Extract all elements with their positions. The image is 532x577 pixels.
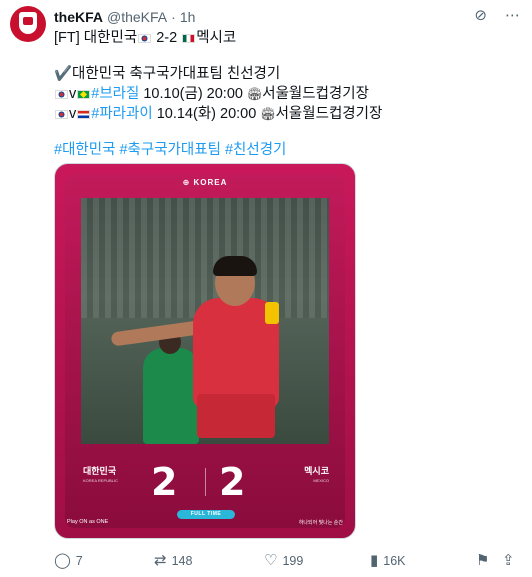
scoreboard: 대한민국 KOREA REPUBLIC 2 2 멕시코 MEXICO [55, 460, 355, 504]
result-score: 2-2 [156, 30, 178, 46]
share-button[interactable]: ⇪ [502, 552, 515, 570]
tweet[interactable]: theKFA @theKFA · 1h ⊘ ⋯ [FT] 대한민국 2-2 멕시… [0, 0, 532, 577]
bookmark-icon: ⚑ [476, 552, 490, 569]
slogan-right: 하나되어 빛나는 순간 [298, 520, 343, 526]
tweet-header: theKFA @theKFA · 1h [54, 8, 195, 26]
retweet-count: 148 [171, 554, 193, 568]
hashtag-line: #대한민국 #축구국가대표팀 #친선경기 [54, 140, 514, 160]
action-bar: ◯ 7 ⇄ 148 ♡ 199 ▮ 16K ⚑ ⇪ [54, 552, 520, 570]
result-suffix: 멕시코 [196, 30, 237, 46]
more-icon[interactable]: ⋯ [505, 6, 520, 26]
views-button[interactable]: ▮ 16K [370, 552, 406, 570]
brazil-flag-icon [77, 90, 91, 99]
result-prefix: [FT] 대한민국 [54, 30, 138, 46]
timestamp[interactable]: 1h [180, 9, 196, 25]
korea-logo: ⊕ KOREA [182, 178, 228, 187]
score-divider [205, 468, 206, 496]
versus-text: v [69, 106, 77, 122]
hashtag[interactable]: #친선경기 [225, 142, 286, 158]
match-photo [81, 198, 329, 444]
retweet-icon: ⇄ [154, 552, 167, 569]
reply-button[interactable]: ◯ 7 [54, 552, 83, 570]
versus-text: v [69, 86, 77, 102]
home-team: 대한민국 KOREA REPUBLIC [83, 466, 118, 483]
stadium-icon: 🏟 [260, 107, 276, 121]
korea-flag-icon [55, 90, 68, 99]
heart-icon: ♡ [264, 552, 278, 569]
home-score: 2 [151, 460, 178, 504]
slogan-left: Play ON as ONE [67, 519, 109, 525]
mexico-flag-icon [182, 34, 196, 43]
reply-icon: ◯ [54, 552, 71, 569]
away-team: 멕시코 MEXICO [304, 466, 329, 483]
korea-flag-icon [138, 34, 152, 43]
reply-count: 7 [75, 554, 83, 568]
venue: 서울월드컵경기장 [262, 86, 369, 102]
tweet-text: [FT] 대한민국 2-2 멕시코 ✔️대한민국 축구국가대표팀 친선경기 v #… [54, 28, 514, 160]
away-score: 2 [219, 460, 246, 504]
media-image[interactable]: ⊕ KOREA 대한민국 KOREA REPUBLIC 2 2 멕시코 MEXICO… [54, 163, 356, 539]
match-line-brazil: v #브라질 10.10(금) 20:00 🏟서울월드컵경기장 [54, 84, 514, 104]
share-icon: ⇪ [502, 552, 515, 569]
like-button[interactable]: ♡ 199 [264, 552, 303, 570]
stadium-icon: 🏟 [247, 87, 263, 101]
paraguay-flag-icon [77, 110, 91, 119]
author-name[interactable]: theKFA [54, 9, 103, 25]
hashtag[interactable]: #대한민국 [54, 142, 115, 158]
retweet-button[interactable]: ⇄ 148 [154, 552, 192, 570]
kfa-logo-icon [19, 12, 37, 34]
author-handle[interactable]: @theKFA [107, 9, 167, 25]
header-actions: ⊘ ⋯ [474, 6, 520, 26]
match-date: 10.10(금) 20:00 [139, 86, 247, 102]
grok-icon[interactable]: ⊘ [474, 6, 487, 26]
friendly-title: ✔️대한민국 축구국가대표팀 친선경기 [54, 66, 281, 82]
views-icon: ▮ [370, 552, 379, 569]
avatar[interactable] [10, 6, 46, 42]
hashtag-brazil[interactable]: #브라질 [91, 86, 139, 102]
separator: · [171, 9, 176, 25]
korea-flag-icon [55, 110, 68, 119]
venue: 서울월드컵경기장 [275, 106, 383, 122]
bookmark-button[interactable]: ⚑ [476, 552, 489, 570]
hashtag[interactable]: #축구국가대표팀 [119, 142, 220, 158]
views-count: 16K [383, 554, 406, 568]
hashtag-paraguay[interactable]: #파라과이 [91, 106, 152, 122]
like-count: 199 [282, 554, 304, 568]
full-time-badge: FULL TIME [177, 510, 235, 519]
match-line-paraguay: v #파라과이 10.14(화) 20:00 🏟서울월드컵경기장 [54, 104, 514, 124]
result-line: [FT] 대한민국 2-2 멕시코 [54, 28, 514, 48]
match-date: 10.14(화) 20:00 [152, 106, 261, 122]
